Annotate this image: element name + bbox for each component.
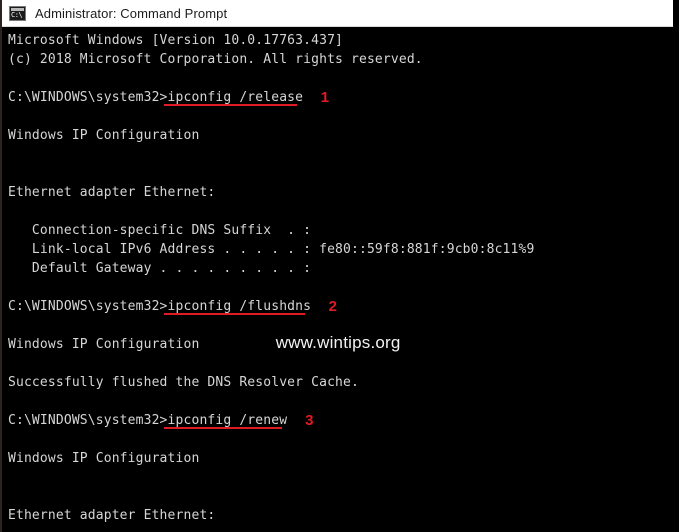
console-line-text xyxy=(8,280,16,295)
console-line: Successfully flushed the DNS Resolver Ca… xyxy=(8,373,673,392)
console-line xyxy=(8,392,673,411)
console-line: Ethernet adapter Ethernet: xyxy=(8,183,673,202)
console-line-text xyxy=(8,318,16,333)
console-line-text xyxy=(8,71,16,86)
console-line xyxy=(8,164,673,183)
console-line: Connection-specific DNS Suffix . : xyxy=(8,221,673,240)
console-line xyxy=(8,430,673,449)
console-line: Microsoft Windows [Version 10.0.17763.43… xyxy=(8,31,673,50)
console-line-text xyxy=(8,394,16,409)
console-line xyxy=(8,278,673,297)
console-line-text xyxy=(8,356,16,371)
console-line: Link-local IPv6 Address . . . . . : fe80… xyxy=(8,240,673,259)
console-line-text xyxy=(8,166,16,181)
console-line-text xyxy=(8,432,16,447)
console-line-text: Ethernet adapter Ethernet: xyxy=(8,185,216,200)
command-prompt-icon: C:\ xyxy=(9,5,26,21)
screenshot-root: C:\ Administrator: Command Prompt www.wi… xyxy=(0,0,679,532)
console-line xyxy=(8,145,673,164)
console-line xyxy=(8,107,673,126)
console-line-text: Link-local IPv6 Address . . . . . : fe80… xyxy=(8,242,535,257)
console-line-text: Default Gateway . . . . . . . . . : xyxy=(8,261,312,276)
console-line-text xyxy=(8,470,16,485)
console-line: Ethernet adapter Ethernet: xyxy=(8,506,673,525)
window-title: Administrator: Command Prompt xyxy=(35,5,228,21)
step-number-2: 2 xyxy=(328,298,338,315)
console-line-text: Connection-specific DNS Suffix . : xyxy=(8,223,312,238)
console-command-line: C:\WINDOWS\system32>ipconfig /flushdns 2 xyxy=(8,297,673,316)
console-line-text: C:\WINDOWS\system32>ipconfig /release xyxy=(8,90,304,105)
command-underline-1 xyxy=(164,104,298,106)
console-line-text: Ethernet adapter Ethernet: xyxy=(8,508,216,523)
console-line-text: Microsoft Windows [Version 10.0.17763.43… xyxy=(8,33,344,48)
console-command-line: C:\WINDOWS\system32>ipconfig /release 1 xyxy=(8,88,673,107)
console-line-text: Windows IP Configuration xyxy=(8,128,200,143)
console-line xyxy=(8,316,673,335)
console-line-text: C:\WINDOWS\system32>ipconfig /renew xyxy=(8,413,288,428)
command-prompt-icon-glyph: C:\ xyxy=(11,10,23,19)
console-output-area[interactable]: www.wintips.org Microsoft Windows [Versi… xyxy=(2,27,673,532)
console-line-text xyxy=(8,489,16,504)
console-line xyxy=(8,468,673,487)
console-line-text: Windows IP Configuration xyxy=(8,337,200,352)
command-prompt-window: C:\ Administrator: Command Prompt www.wi… xyxy=(0,0,673,532)
console-line-text: (c) 2018 Microsoft Corporation. All righ… xyxy=(8,52,423,67)
console-line-text: Windows IP Configuration xyxy=(8,451,200,466)
console-line-text xyxy=(8,204,16,219)
console-line-text: C:\WINDOWS\system32>ipconfig /flushdns xyxy=(8,299,312,314)
console-command-line: C:\WINDOWS\system32>ipconfig /renew 3 xyxy=(8,411,673,430)
command-underline-2 xyxy=(164,313,306,315)
step-number-3: 3 xyxy=(305,412,314,429)
console-line xyxy=(8,69,673,88)
console-line xyxy=(8,202,673,221)
command-underline-3 xyxy=(164,427,282,429)
console-line-text xyxy=(8,147,16,162)
console-line xyxy=(8,525,673,532)
window-titlebar[interactable]: C:\ Administrator: Command Prompt xyxy=(2,0,673,27)
console-line: Default Gateway . . . . . . . . . : xyxy=(8,259,673,278)
step-number-1: 1 xyxy=(320,89,330,106)
console-line xyxy=(8,354,673,373)
console-line: Windows IP Configuration xyxy=(8,335,673,354)
console-line: (c) 2018 Microsoft Corporation. All righ… xyxy=(8,50,673,69)
console-line: Windows IP Configuration xyxy=(8,126,673,145)
console-line xyxy=(8,487,673,506)
console-line: Windows IP Configuration xyxy=(8,449,673,468)
console-line-text xyxy=(8,527,16,532)
console-line-text xyxy=(8,109,16,124)
console-line-text: Successfully flushed the DNS Resolver Ca… xyxy=(8,375,359,390)
